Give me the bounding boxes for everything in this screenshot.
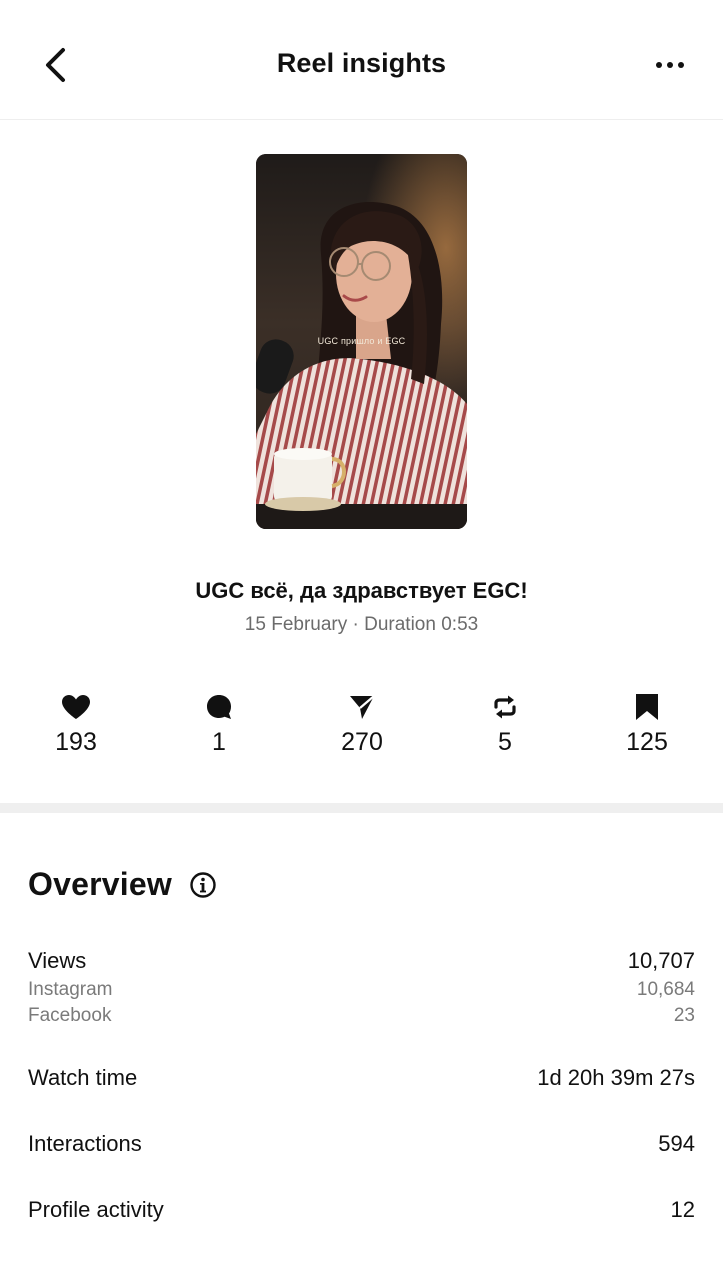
more-horizontal-icon bbox=[656, 62, 684, 68]
profile-activity-label: Profile activity bbox=[28, 1197, 164, 1222]
top-bar: Reel insights bbox=[0, 0, 723, 120]
reposts-stat[interactable]: 5 bbox=[455, 690, 555, 757]
more-options-button[interactable] bbox=[645, 45, 695, 85]
likes-count: 193 bbox=[55, 728, 97, 756]
info-icon bbox=[190, 872, 216, 898]
views-value: 10,707 bbox=[627, 948, 695, 973]
facebook-views-row: Facebook 23 bbox=[28, 1005, 695, 1027]
watch-time-value: 1d 20h 39m 27s bbox=[537, 1065, 695, 1090]
profile-activity-value: 12 bbox=[670, 1197, 695, 1222]
reel-meta: 15 February · Duration 0:53 bbox=[244, 614, 479, 635]
likes-stat[interactable]: 193 bbox=[26, 690, 126, 757]
instagram-label: Instagram bbox=[28, 979, 113, 1000]
comments-count: 1 bbox=[212, 728, 226, 756]
engagement-stats: 193 1 270 5 125 bbox=[0, 690, 723, 770]
instagram-value: 10,684 bbox=[636, 979, 695, 1000]
interactions-row[interactable]: Interactions 594 bbox=[28, 1131, 695, 1157]
saves-stat[interactable]: 125 bbox=[597, 690, 697, 757]
overview-info-button[interactable] bbox=[189, 871, 217, 899]
overview-heading: Overview bbox=[28, 866, 172, 902]
interactions-label: Interactions bbox=[28, 1131, 142, 1156]
views-label: Views bbox=[28, 948, 87, 973]
comments-stat[interactable]: 1 bbox=[169, 690, 269, 757]
reel-title: UGC всё, да здравствует EGC! bbox=[195, 578, 528, 603]
facebook-value: 23 bbox=[673, 1005, 695, 1026]
comment-icon bbox=[207, 695, 231, 719]
reel-caption-overlay: UGC пришло и EGC bbox=[317, 336, 406, 346]
repost-icon bbox=[494, 695, 516, 719]
watch-time-label: Watch time bbox=[28, 1065, 138, 1090]
shares-count: 270 bbox=[341, 728, 383, 756]
profile-activity-row[interactable]: Profile activity 12 bbox=[28, 1197, 695, 1223]
send-icon bbox=[350, 695, 375, 719]
interactions-value: 594 bbox=[658, 1131, 695, 1156]
heart-icon bbox=[62, 695, 90, 719]
section-divider bbox=[0, 803, 723, 813]
reposts-count: 5 bbox=[498, 728, 512, 756]
bookmark-icon bbox=[636, 694, 658, 720]
page-title: Reel insights bbox=[276, 48, 447, 78]
instagram-views-row: Instagram 10,684 bbox=[28, 979, 695, 1001]
facebook-label: Facebook bbox=[28, 1005, 112, 1026]
reel-thumbnail[interactable]: UGC пришло и EGC bbox=[256, 154, 467, 529]
shares-stat[interactable]: 270 bbox=[312, 690, 412, 757]
saves-count: 125 bbox=[626, 728, 668, 756]
views-row: Views 10,707 bbox=[28, 948, 695, 974]
watch-time-row: Watch time 1d 20h 39m 27s bbox=[28, 1065, 695, 1091]
